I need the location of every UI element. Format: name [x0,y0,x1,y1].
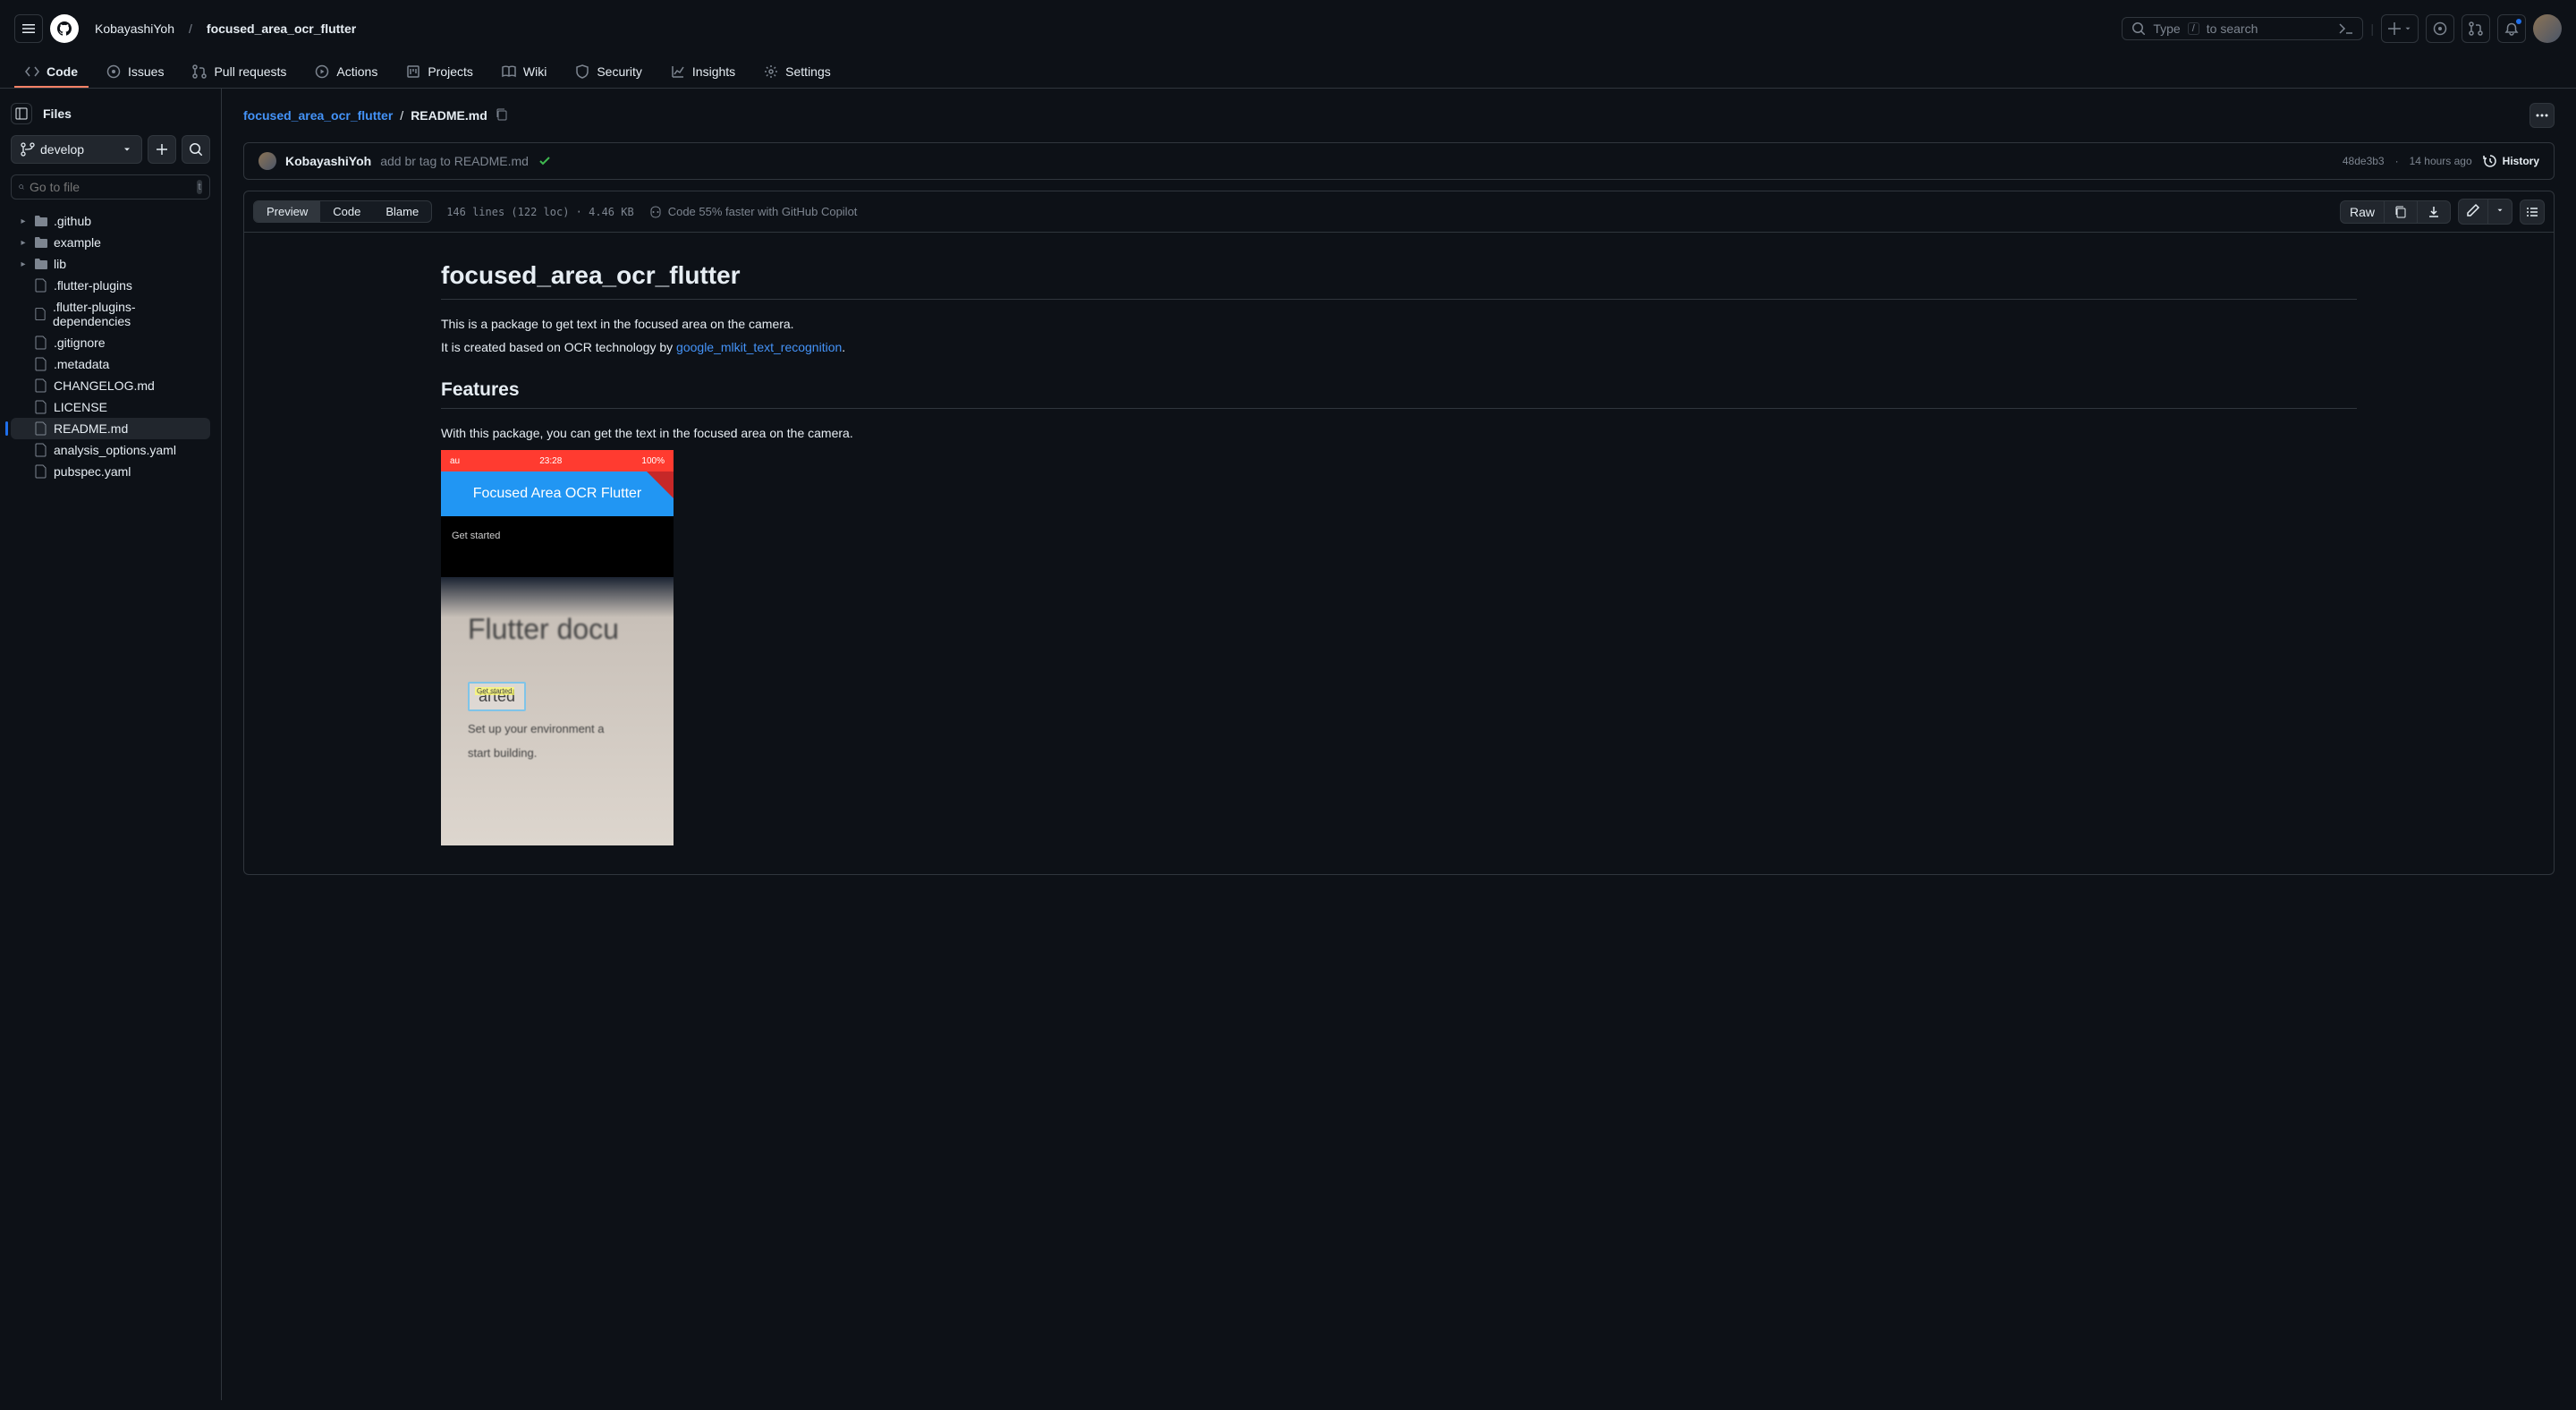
chevron-down-icon [2403,21,2412,36]
tree-file[interactable]: .flutter-plugins-dependencies [11,296,210,332]
path-repo-link[interactable]: focused_area_ocr_flutter [243,108,393,123]
search-icon [2131,21,2146,36]
tree-file[interactable]: analysis_options.yaml [11,439,210,461]
debug-banner [647,471,674,498]
play-icon [315,64,329,79]
tab-projects[interactable]: Projects [395,57,484,88]
search-icon [19,180,24,194]
tab-settings[interactable]: Settings [753,57,842,88]
commit-time: 14 hours ago [2410,155,2472,167]
download-icon [2427,205,2441,219]
toggle-file-tree[interactable] [11,103,32,124]
chevron-down-icon [122,142,132,157]
tree-file[interactable]: LICENSE [11,396,210,418]
view-code-tab[interactable]: Code [320,201,373,222]
readme-content: focused_area_ocr_flutter This is a packa… [243,233,2555,875]
shield-icon [575,64,589,79]
breadcrumb-owner[interactable]: KobayashiYoh [89,18,180,39]
edit-dropdown[interactable] [2488,200,2512,224]
commit-message[interactable]: add br tag to README.md [380,154,529,168]
tab-pull-requests[interactable]: Pull requests [182,57,297,88]
tree-folder-lib[interactable]: ▸lib [11,253,210,275]
tree-file[interactable]: .flutter-plugins [11,275,210,296]
breadcrumb-repo[interactable]: focused_area_ocr_flutter [201,18,361,39]
pencil-icon [2466,203,2480,217]
tab-code[interactable]: Code [14,57,89,88]
view-preview-tab[interactable]: Preview [254,201,320,222]
history-link[interactable]: History [2483,154,2539,168]
pull-requests-button[interactable] [2462,14,2490,43]
tree-folder-github[interactable]: ▸.github [11,210,210,232]
code-icon [25,64,39,79]
edit-button[interactable] [2459,200,2488,224]
tab-wiki[interactable]: Wiki [491,57,557,88]
history-icon [2483,154,2497,168]
copy-path-button[interactable] [495,107,509,124]
copy-icon [495,107,509,122]
tree-file[interactable]: pubspec.yaml [11,461,210,482]
copy-icon [2394,205,2408,219]
demo-screenshot: au 23:28 100% Focused Area OCR Flutter G… [441,450,674,845]
mlkit-link[interactable]: google_mlkit_text_recognition [676,340,842,354]
notifications-button[interactable] [2497,14,2526,43]
readme-h1: focused_area_ocr_flutter [441,261,2357,300]
command-palette-icon[interactable] [2339,21,2353,36]
tab-insights[interactable]: Insights [660,57,746,88]
commit-author-avatar[interactable] [258,152,276,170]
search-files-button[interactable] [182,135,210,164]
commit-author[interactable]: KobayashiYoh [285,154,371,168]
user-avatar[interactable] [2533,14,2562,43]
project-icon [406,64,420,79]
focus-rectangle: Get started arted [468,682,526,711]
path-file: README.md [411,108,487,123]
tree-file[interactable]: CHANGELOG.md [11,375,210,396]
view-blame-tab[interactable]: Blame [373,201,431,222]
kebab-icon [2535,108,2549,123]
github-logo[interactable] [50,14,79,43]
copilot-hint[interactable]: Code 55% faster with GitHub Copilot [648,205,858,219]
tree-file-readme[interactable]: README.md [11,418,210,439]
tree-file[interactable]: .metadata [11,353,210,375]
commit-sha[interactable]: 48de3b3 [2343,155,2385,167]
tab-issues[interactable]: Issues [96,57,174,88]
more-options-button[interactable] [2529,103,2555,128]
tree-file[interactable]: .gitignore [11,332,210,353]
graph-icon [671,64,685,79]
copy-button[interactable] [2385,201,2418,223]
tab-actions[interactable]: Actions [304,57,388,88]
readme-h2-features: Features [441,379,2357,409]
download-button[interactable] [2418,201,2450,223]
add-file-button[interactable] [148,135,176,164]
file-meta: 146 lines (122 loc) · 4.46 KB [446,206,634,218]
breadcrumb: KobayashiYoh / focused_area_ocr_flutter [89,18,361,39]
gear-icon [764,64,778,79]
branch-icon [21,142,35,157]
check-icon[interactable] [538,154,552,168]
list-icon [2525,205,2539,219]
book-icon [502,64,516,79]
files-heading: Files [43,106,72,121]
file-filter-input[interactable]: t [11,174,210,200]
chevron-down-icon [2496,203,2504,217]
hamburger-menu[interactable] [14,14,43,43]
outline-button[interactable] [2520,200,2545,225]
copilot-icon [648,205,663,219]
tree-folder-example[interactable]: ▸example [11,232,210,253]
branch-selector[interactable]: develop [11,135,142,164]
pr-icon [192,64,207,79]
issues-button[interactable] [2426,14,2454,43]
global-search[interactable]: Type / to search [2122,17,2363,40]
create-new-button[interactable] [2381,14,2419,43]
tab-security[interactable]: Security [564,57,653,88]
raw-button[interactable]: Raw [2341,201,2385,223]
issue-icon [106,64,121,79]
